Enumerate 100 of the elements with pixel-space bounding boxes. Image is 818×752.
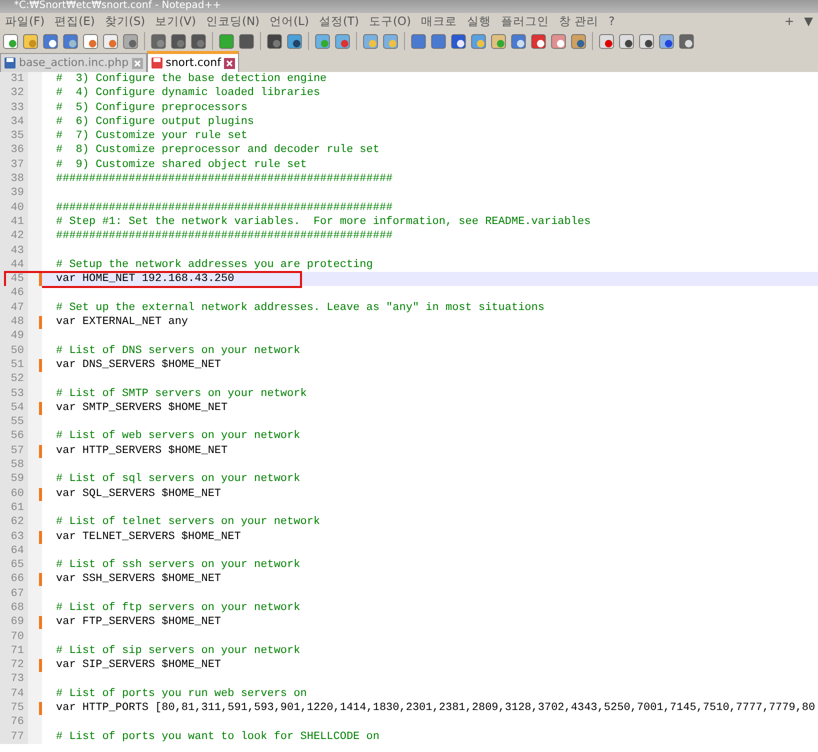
code-comment: # List of ftp servers on your network — [55, 600, 300, 616]
line-number: 59 — [0, 472, 28, 487]
code-comment: # Set up the external network addresses. Leave as "any" in most situations — [55, 300, 544, 316]
line-number: 33 — [0, 100, 28, 115]
code-comment: # List of SMTP servers on your network — [55, 386, 307, 401]
menu-item[interactable]: 보기(V) — [150, 13, 201, 30]
code-line: var SMTP_SERVERS $HOME_NET — [55, 400, 228, 416]
line-number: 54 — [0, 400, 28, 416]
line-number: 47 — [0, 300, 28, 316]
code-comment: # Setup the network addresses you are protecting — [55, 258, 373, 272]
line-number: 43 — [0, 244, 28, 258]
menu-item[interactable]: 매크로 — [416, 13, 462, 30]
file-tab[interactable]: snort.conf — [146, 51, 239, 72]
line-number: 37 — [0, 158, 28, 172]
line-number: 36 — [0, 143, 28, 158]
line-number: 56 — [0, 429, 28, 444]
code-comment: # List of sql servers on your network — [55, 472, 300, 487]
code-line: var SSH_SERVERS $HOME_NET — [55, 572, 222, 587]
menu-item[interactable]: 파일(F) — [0, 13, 50, 30]
line-number: 57 — [0, 444, 28, 458]
line-number: 69 — [0, 615, 28, 630]
menu-item[interactable]: 찾기(S) — [100, 13, 150, 30]
line-number: 50 — [0, 344, 28, 358]
line-number: 67 — [0, 586, 28, 601]
line-number: 58 — [0, 458, 28, 472]
code-comment: ################################################### — [55, 172, 393, 186]
code-comment: # List of DNS servers on your network — [55, 344, 300, 358]
line-number: 76 — [0, 715, 28, 730]
menu-item[interactable]: 편집(E) — [50, 13, 100, 30]
line-number: 53 — [0, 386, 28, 401]
code-comment: # 6) Configure output plugins — [55, 114, 254, 130]
code-comment: # List of telnet servers on your network — [55, 515, 320, 530]
code-line: var TELNET_SERVERS $HOME_NET — [55, 530, 241, 544]
code-comment: # 4) Configure dynamic loaded libraries — [55, 86, 320, 101]
line-number: 65 — [0, 558, 28, 572]
line-number: 51 — [0, 358, 28, 372]
menu-item[interactable]: 플러그인 — [496, 13, 554, 30]
line-number: 38 — [0, 172, 28, 186]
code-comment: # List of sip servers on your network — [55, 644, 300, 658]
line-number: 75 — [0, 701, 28, 716]
code-line: var HOME_NET 192.168.43.250 — [55, 272, 234, 286]
menu-item[interactable]: 실행 — [462, 13, 496, 30]
line-number: 73 — [0, 672, 28, 687]
code-comment: # List of ssh servers on your network — [55, 558, 300, 572]
file-tab[interactable]: base_action.inc.php — [0, 53, 147, 72]
line-number: 70 — [0, 630, 28, 644]
fold-margin — [28, 730, 42, 744]
line-number: 61 — [0, 500, 28, 516]
menu-item[interactable]: 설정(T) — [314, 13, 364, 30]
line-number: 62 — [0, 515, 28, 530]
line-number: 55 — [0, 415, 28, 430]
code-comment: # List of web servers on your network — [55, 429, 300, 444]
record-icon[interactable] — [598, 32, 615, 50]
code-line: var DNS_SERVERS $HOME_NET — [55, 358, 222, 372]
line-number: 52 — [0, 372, 28, 387]
close-icon[interactable] — [132, 58, 143, 68]
code-comment: # 5) Configure preprocessors — [55, 100, 248, 115]
line-number: 35 — [0, 129, 28, 144]
line-number: 42 — [0, 229, 28, 244]
line-number: 48 — [0, 315, 28, 330]
code-comment: # List of ports you run web servers on — [55, 686, 307, 702]
line-number: 31 — [0, 72, 28, 86]
menu-item[interactable]: 도구(O) — [364, 13, 416, 30]
line-number: 32 — [0, 86, 28, 101]
window-control[interactable]: ▼ — [799, 13, 818, 30]
code-comment: # 3) Configure the base detection engine — [55, 72, 327, 86]
line-number: 41 — [0, 214, 28, 230]
line-number: 34 — [0, 114, 28, 130]
line-number: 60 — [0, 486, 28, 501]
line-number: 72 — [0, 658, 28, 672]
fold-margin — [28, 72, 42, 86]
code-comment: # 9) Customize shared object rule set — [55, 158, 307, 172]
line-number: 66 — [0, 572, 28, 587]
line-number: 39 — [0, 186, 28, 201]
line-number: 40 — [0, 200, 28, 215]
line-number: 68 — [0, 600, 28, 616]
menu-item[interactable]: 인코딩(N) — [200, 13, 265, 30]
code-comment: ################################################### — [55, 229, 393, 244]
window-control[interactable]: + — [780, 13, 800, 30]
line-number: 64 — [0, 544, 28, 558]
menu-item[interactable]: 언어(L) — [264, 13, 314, 30]
menu-item[interactable]: 창 관리 — [554, 13, 604, 30]
close-icon[interactable] — [224, 58, 235, 68]
line-number: 63 — [0, 530, 28, 544]
code-comment: ################################################### — [55, 200, 393, 215]
code-line: var SIP_SERVERS $HOME_NET — [55, 658, 222, 672]
line-number: 49 — [0, 329, 28, 344]
line-number: 46 — [0, 286, 28, 301]
code-line: var HTTP_PORTS [80,81,311,591,593,901,1220,1414,1830,2301,2381,2809,3128,3702,4343,5250,7001,7145,7510,7777,7779,80 — [55, 701, 816, 716]
code-comment: # List of ports you want to look for SHELLCODE on — [55, 730, 380, 744]
code-line: var SQL_SERVERS $HOME_NET — [55, 486, 222, 501]
line-number: 74 — [0, 686, 28, 702]
window-title: *C:₩Snort₩etc₩snort.conf - Notepad++ — [14, 0, 221, 11]
code-line: var HTTP_SERVERS $HOME_NET — [55, 444, 228, 458]
line-number: 71 — [0, 644, 28, 658]
code-comment: # Step #1: Set the network variables. For more information, see README.variables — [55, 214, 591, 230]
code-line: var FTP_SERVERS $HOME_NET — [55, 615, 222, 630]
menu-item[interactable]: ? — [604, 13, 620, 30]
code-comment: # 7) Customize your rule set — [55, 129, 248, 144]
line-number: 77 — [0, 730, 28, 744]
